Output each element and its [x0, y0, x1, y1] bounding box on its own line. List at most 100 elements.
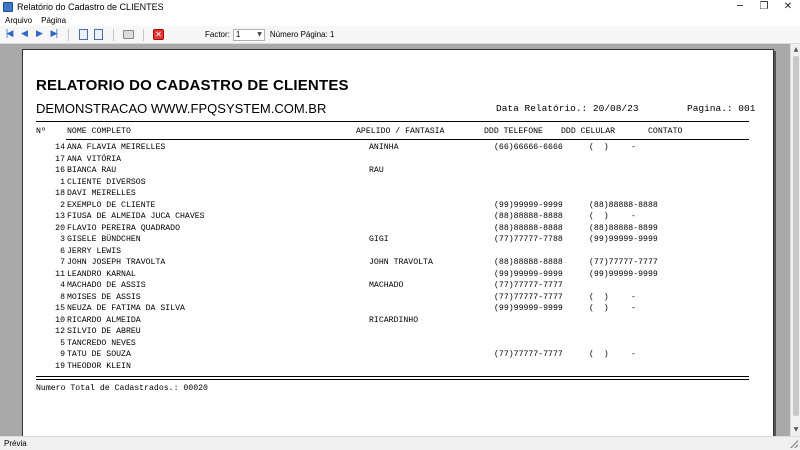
- row-id: 19: [55, 361, 65, 371]
- row-phone: (66)66666-6666: [494, 143, 563, 152]
- col-head-contact: CONTATO: [648, 127, 683, 136]
- row-name: BIANCA RAU: [67, 166, 117, 175]
- row-phone: (77)77777-7788: [494, 235, 563, 244]
- scroll-down-icon[interactable]: ▼: [792, 426, 800, 434]
- columns-divider: [66, 139, 749, 140]
- row-nick: ANINHA: [369, 143, 399, 152]
- vertical-scrollbar[interactable]: ▲ ▼: [790, 44, 800, 436]
- row-phone: (88)88888-8888: [494, 212, 563, 221]
- toolbar-separator: [113, 28, 114, 41]
- row-contact: -: [631, 212, 636, 221]
- row-name: LEANDRO KARNAL: [67, 269, 136, 279]
- row-name: MACHADO DE ASSIS: [67, 281, 146, 290]
- table-row: 19 THEODOR KLEIN: [23, 362, 775, 374]
- report-title: RELATORIO DO CADASTRO DE CLIENTES: [36, 77, 349, 94]
- row-name: DAVI MEIRELLES: [67, 189, 136, 198]
- row-name: THEODOR KLEIN: [67, 361, 131, 371]
- close-window-button[interactable]: ✕: [776, 0, 800, 14]
- table-row: 17 ANA VITÓRIA: [23, 155, 775, 167]
- row-cell: (88)88888-8899: [589, 223, 658, 233]
- table-row: 13 FIUSA DE ALMEIDA JUCA CHAVES (88)88888-…: [23, 212, 775, 224]
- resize-grip-icon[interactable]: [790, 440, 798, 448]
- report-company: DEMONSTRACAO WWW.FPQSYSTEM.COM.BR: [36, 101, 327, 116]
- col-head-name: NOME COMPLETO: [67, 127, 131, 136]
- status-bar: Prévia: [0, 436, 800, 450]
- row-name: TANCREDO NEVES: [67, 338, 136, 348]
- table-row: 14 ANA FLAVIA MEIRELLES ANINHA (66)66666-66…: [23, 143, 775, 155]
- table-row: 10 RICARDO ALMEIDA RICARDINHO: [23, 316, 775, 328]
- row-phone: (99)99999-9999: [494, 304, 563, 313]
- row-id: 11: [55, 269, 65, 279]
- multi-page-button[interactable]: [92, 28, 105, 41]
- row-cell: (88)88888-8888: [589, 200, 658, 210]
- row-id: 18: [55, 189, 65, 198]
- col-head-phone: DDD TELEFONE: [484, 127, 543, 136]
- first-page-button[interactable]: |◀: [2, 28, 15, 41]
- row-name: ANA VITÓRIA: [67, 154, 122, 164]
- row-nick: RAU: [369, 166, 384, 175]
- table-row: 2 EXEMPLO DE CLIENTE (99)99999-9999 (88)888…: [23, 201, 775, 213]
- close-preview-button[interactable]: ✕: [152, 28, 165, 41]
- row-cell: (77)77777-7777: [589, 258, 658, 267]
- row-id: 6: [60, 246, 65, 256]
- toolbar-separator: [143, 28, 144, 41]
- preview-area[interactable]: RELATORIO DO CADASTRO DE CLIENTES DEMONS…: [0, 44, 800, 436]
- single-page-button[interactable]: [77, 28, 90, 41]
- toolbar: |◀ ◀ ▶ ▶| ✕ Factor: 1 ▼ Número Página: 1: [0, 26, 800, 44]
- factor-select[interactable]: 1 ▼: [232, 28, 265, 41]
- row-id: 13: [55, 212, 65, 221]
- report-date: Data Relatório.: 20/08/23: [496, 103, 639, 114]
- title-bar: Relatório do Cadastro de CLIENTES ─ ❐ ✕: [0, 0, 800, 14]
- row-name: FLAVIO PEREIRA QUADRADO: [67, 223, 181, 233]
- row-id: 3: [60, 235, 65, 244]
- restore-button[interactable]: ❐: [752, 0, 776, 14]
- row-id: 20: [55, 223, 65, 233]
- header-divider: [36, 121, 749, 122]
- row-phone: (88)88888-8888: [494, 223, 563, 233]
- scroll-up-icon[interactable]: ▲: [792, 46, 800, 54]
- row-name: FIUSA DE ALMEIDA JUCA CHAVES: [67, 212, 205, 221]
- table-row: 6 JERRY LEWIS: [23, 247, 775, 259]
- row-name: JERRY LEWIS: [67, 246, 122, 256]
- row-id: 17: [55, 154, 65, 164]
- row-id: 8: [60, 292, 65, 302]
- row-contact: -: [631, 143, 636, 152]
- col-head-id: Nº: [36, 127, 46, 136]
- col-head-nick: APELIDO / FANTASIA: [356, 127, 445, 136]
- row-phone: (99)99999-9999: [494, 200, 563, 210]
- next-page-button[interactable]: ▶: [32, 28, 45, 41]
- factor-value: 1: [235, 30, 241, 39]
- row-name: GISELE BÜNDCHEN: [67, 235, 141, 244]
- minimize-button[interactable]: ─: [728, 0, 752, 14]
- menu-arquivo[interactable]: Arquivo: [1, 16, 36, 25]
- printer-icon: [123, 30, 134, 39]
- row-id: 15: [55, 304, 65, 313]
- menu-bar: Arquivo Página: [0, 14, 800, 26]
- window-title: Relatório do Cadastro de CLIENTES: [17, 2, 164, 12]
- total-count: Numero Total de Cadastrados.: 00020: [36, 384, 208, 393]
- row-cell: ( ): [589, 304, 609, 313]
- row-nick: JOHN TRAVOLTA: [369, 258, 433, 267]
- row-nick: MACHADO: [369, 281, 404, 290]
- table-row: 11 LEANDRO KARNAL (99)99999-9999 (99)99999-…: [23, 270, 775, 282]
- row-name: SILVIO DE ABREU: [67, 327, 141, 336]
- page-icon: [79, 29, 88, 40]
- scroll-thumb[interactable]: [793, 56, 799, 416]
- row-name: NEUZA DE FATIMA DA SILVA: [67, 304, 185, 313]
- last-page-button[interactable]: ▶|: [47, 28, 60, 41]
- row-id: 1: [60, 177, 65, 187]
- prev-page-icon: ◀: [21, 29, 28, 39]
- row-name: TATU DE SOUZA: [67, 350, 131, 359]
- row-cell: ( ): [589, 212, 609, 221]
- prev-page-button[interactable]: ◀: [17, 28, 30, 41]
- row-id: 14: [55, 143, 65, 152]
- print-button[interactable]: [122, 28, 135, 41]
- menu-pagina[interactable]: Página: [37, 16, 70, 25]
- table-row: 5 TANCREDO NEVES: [23, 339, 775, 351]
- page-number-label: Número Página: 1: [269, 30, 335, 39]
- table-row: 7 JOHN JOSEPH TRAVOLTA JOHN TRAVOLTA (88)88…: [23, 258, 775, 270]
- factor-label: Factor:: [205, 30, 230, 39]
- row-id: 7: [60, 258, 65, 267]
- row-cell: ( ): [589, 292, 609, 302]
- col-head-cell: DDD CELULAR: [561, 127, 616, 136]
